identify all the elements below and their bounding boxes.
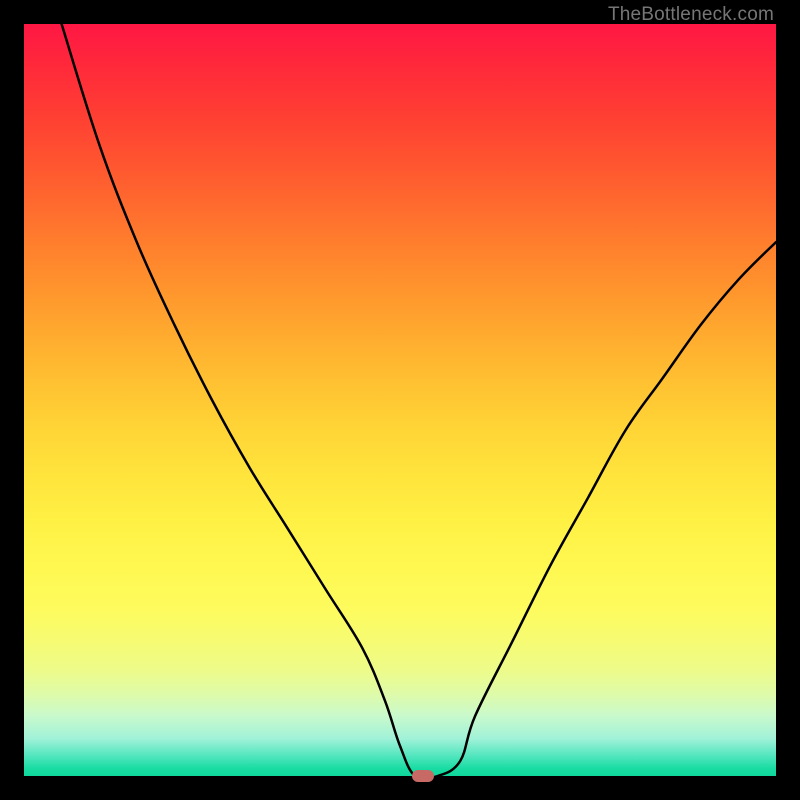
- chart-curve: [24, 24, 776, 776]
- chart-plot-area: [24, 24, 776, 776]
- chart-frame: TheBottleneck.com: [0, 0, 800, 800]
- chart-marker: [412, 770, 434, 782]
- watermark-text: TheBottleneck.com: [608, 4, 774, 26]
